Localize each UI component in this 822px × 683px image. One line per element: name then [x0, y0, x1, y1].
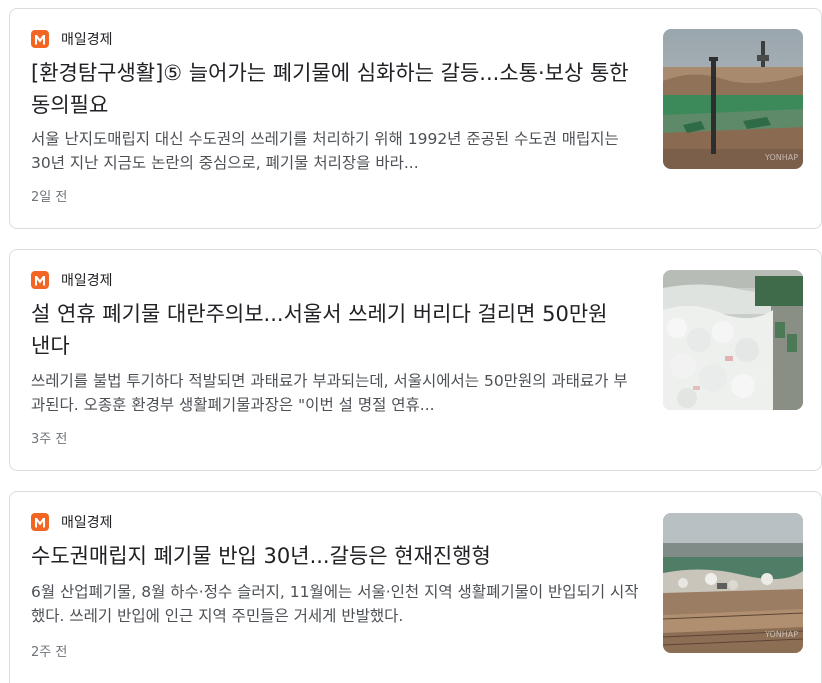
source-row: 매일경제 [31, 29, 113, 49]
article-thumbnail[interactable] [663, 270, 803, 410]
article-time: 2일 전 [31, 190, 68, 205]
article-time: 3주 전 [31, 432, 68, 447]
publisher-logo-icon [31, 271, 49, 289]
article-time: 2주 전 [31, 645, 68, 660]
source-name: 매일경제 [61, 515, 113, 531]
watermark-text: YONHAP [764, 630, 798, 639]
source-name: 매일경제 [61, 273, 113, 289]
landfill-photo-image: YONHAP [663, 29, 803, 169]
trash-bags-photo-image [663, 270, 803, 410]
article-thumbnail[interactable]: YONHAP [663, 29, 803, 169]
watermark-text: YONHAP [764, 153, 798, 162]
publisher-logo-icon [31, 513, 49, 531]
news-card-3[interactable]: 매일경제 수도권매립지 폐기물 반입 30년...갈등은 현재진행형 6월 산업… [9, 491, 822, 683]
article-snippet: 서울 난지도매립지 대신 수도권의 쓰레기를 처리하기 위해 1992년 준공된… [31, 130, 619, 172]
source-row: 매일경제 [31, 270, 113, 290]
landfill-site-photo-image: YONHAP [663, 513, 803, 653]
article-thumbnail[interactable]: YONHAP [663, 513, 803, 653]
source-name: 매일경제 [61, 32, 113, 48]
article-headline[interactable]: 설 연휴 폐기물 대란주의보...서울서 쓰레기 버리다 걸리면 50만원 낸다 [31, 298, 631, 362]
article-headline[interactable]: [환경탐구생활]⑤ 늘어가는 폐기물에 심화하는 갈등...소통·보상 통한 동… [31, 57, 631, 121]
article-snippet: 6월 산업폐기물, 8월 하수·정수 슬러지, 11월에는 서울·인천 지역 생… [31, 583, 639, 625]
source-row: 매일경제 [31, 512, 113, 532]
news-card-1[interactable]: 매일경제 [환경탐구생활]⑤ 늘어가는 폐기물에 심화하는 갈등...소통·보상… [9, 8, 822, 229]
article-headline[interactable]: 수도권매립지 폐기물 반입 30년...갈등은 현재진행형 [31, 540, 631, 572]
article-snippet: 쓰레기를 불법 투기하다 적발되면 과태료가 부과되는데, 서울시에서는 50만… [31, 372, 628, 414]
publisher-logo-icon [31, 30, 49, 48]
news-card-2[interactable]: 매일경제 설 연휴 폐기물 대란주의보...서울서 쓰레기 버리다 걸리면 50… [9, 249, 822, 471]
